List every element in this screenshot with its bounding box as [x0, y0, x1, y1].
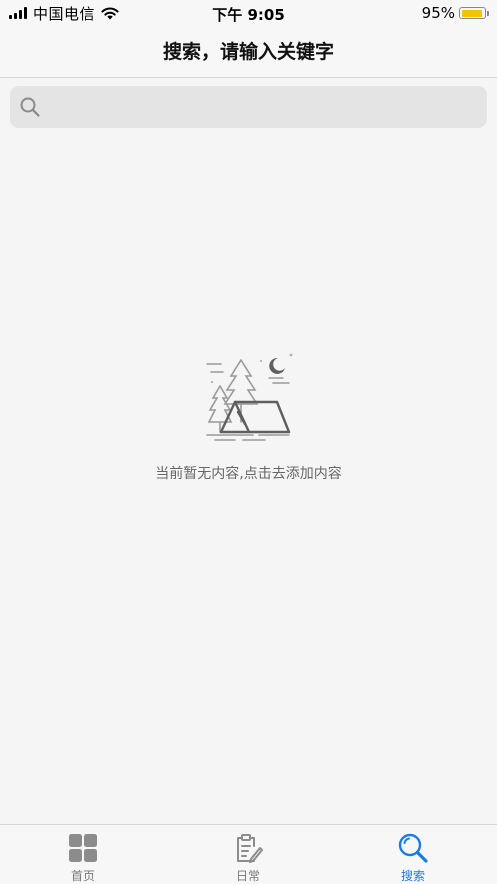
battery-icon [459, 7, 486, 19]
tab-daily-label: 日常 [235, 869, 260, 883]
tab-home[interactable]: 首页 [43, 825, 123, 884]
nav-bar: 搜索，请输入关键字 [0, 26, 497, 78]
clipboard-icon [237, 834, 263, 863]
status-bar: 中国电信 下午 9:05 95% [0, 0, 497, 26]
tab-bar: 首页 日常 搜索 [0, 824, 497, 884]
status-right: 95% [422, 3, 489, 23]
battery-percent: 95% [421, 4, 455, 22]
grid-icon [69, 834, 97, 862]
empty-state-message[interactable]: 当前暂无内容,点击去添加内容 [0, 463, 497, 483]
battery-fill [461, 9, 483, 17]
tab-search-label: 搜索 [400, 869, 425, 883]
tab-home-label: 首页 [70, 869, 95, 883]
page-title: 搜索，请输入关键字 [162, 41, 334, 63]
search-icon [20, 97, 40, 117]
camping-tent-icon[interactable] [203, 352, 295, 444]
search-bar[interactable] [10, 86, 487, 130]
search-input[interactable] [52, 86, 481, 130]
tab-daily[interactable]: 日常 [208, 825, 288, 884]
search-icon [398, 833, 428, 863]
battery-tip [487, 10, 489, 16]
tab-search[interactable]: 搜索 [373, 825, 453, 884]
